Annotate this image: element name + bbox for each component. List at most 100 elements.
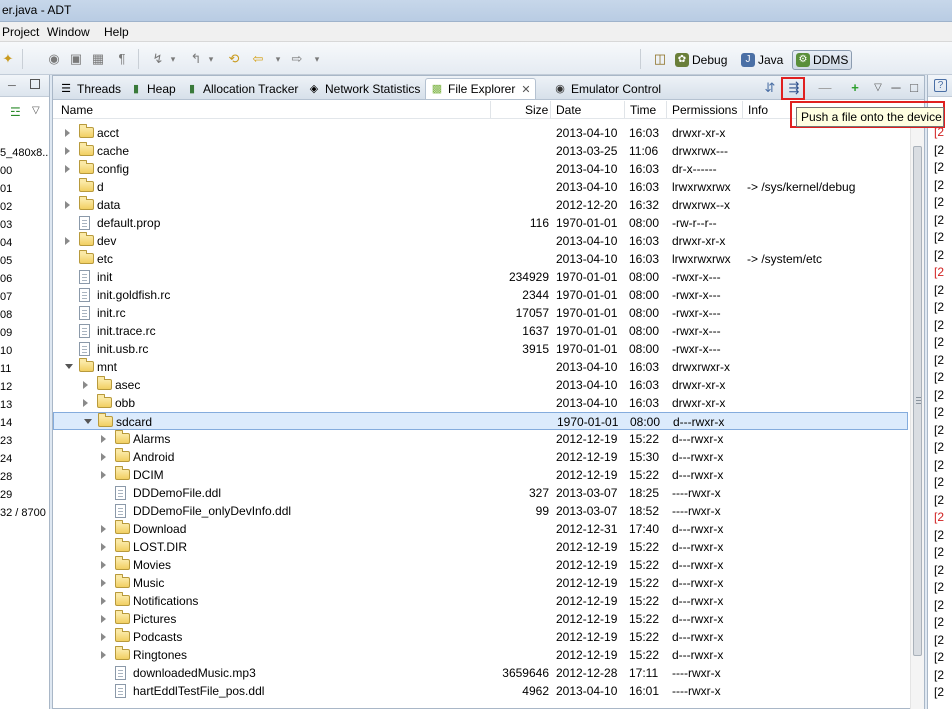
logcat-icon[interactable]: ? [934, 79, 947, 92]
vertical-scrollbar[interactable] [910, 124, 924, 709]
menu-help[interactable]: Help [104, 25, 129, 39]
device-list-item[interactable]: 32 / 8700 [0, 507, 49, 525]
scrollbar-thumb[interactable] [913, 146, 922, 656]
back-arrow-icon[interactable]: ⇦ [250, 51, 266, 67]
maximize-icon[interactable]: □ [906, 80, 922, 96]
next-annotation-icon[interactable]: ↯ [150, 51, 166, 67]
collapsed-arrow-icon[interactable] [65, 237, 70, 245]
device-list-item[interactable]: 05 [0, 255, 49, 273]
file-row[interactable]: Alarms 2012-12-19 15:22 d---rwxr-x [53, 430, 908, 448]
device-list-item[interactable]: 00 [0, 165, 49, 183]
file-row[interactable]: Movies 2012-12-19 15:22 d---rwxr-x [53, 556, 908, 574]
perspective-debug[interactable]: ✿ Debug [672, 50, 730, 70]
perspective-java[interactable]: J Java [738, 50, 786, 70]
previous-annotation-icon[interactable]: ↰ [188, 51, 204, 67]
chevron-down-icon[interactable]: ▾ [165, 51, 181, 67]
collapsed-arrow-icon[interactable] [101, 651, 106, 659]
forward-arrow-icon[interactable]: ⇨ [289, 51, 305, 67]
file-row[interactable]: obb 2013-04-10 16:03 drwxr-xr-x [53, 394, 908, 412]
expanded-arrow-icon[interactable] [65, 364, 73, 369]
device-list-item[interactable]: 29 [0, 489, 49, 507]
collapsed-arrow-icon[interactable] [65, 201, 70, 209]
device-list-item[interactable]: 03 [0, 219, 49, 237]
file-row[interactable]: dev 2013-04-10 16:03 drwxr-xr-x [53, 232, 908, 250]
open-perspective-icon[interactable]: ◫ [652, 51, 668, 67]
collapsed-arrow-icon[interactable] [101, 561, 106, 569]
device-list-item[interactable]: 07 [0, 291, 49, 309]
device-list-item[interactable]: 09 [0, 327, 49, 345]
tab-network-statistics[interactable]: ◈ Network Statistics [303, 78, 424, 99]
minimize-icon[interactable]: ─ [8, 80, 16, 92]
collapsed-arrow-icon[interactable] [101, 597, 106, 605]
device-list-item[interactable]: 04 [0, 237, 49, 255]
file-row[interactable]: d 2013-04-10 16:03 lrwxrwxrwx -> /sys/kernel… [53, 178, 908, 196]
file-row[interactable]: Podcasts 2012-12-19 15:22 d---rwxr-x [53, 628, 908, 646]
wand-icon[interactable]: ✦ [0, 51, 16, 67]
file-row[interactable]: Pictures 2012-12-19 15:22 d---rwxr-x [53, 610, 908, 628]
file-row[interactable]: downloadedMusic.mp3 2012-12-28 17:11 ----rw… [53, 664, 908, 682]
device-list-item[interactable]: 28 [0, 471, 49, 489]
maximize-icon[interactable] [30, 79, 40, 89]
last-edit-icon[interactable]: ⟲ [226, 51, 242, 67]
collapsed-arrow-icon[interactable] [101, 453, 106, 461]
skip-icon[interactable]: ▣ [68, 51, 84, 67]
pull-file-icon[interactable]: ⇵ [762, 80, 778, 96]
file-row[interactable]: acct 2013-04-10 16:03 drwxr-xr-x [53, 124, 908, 142]
column-time[interactable]: Time [630, 103, 656, 117]
collapsed-arrow-icon[interactable] [65, 165, 70, 173]
collapsed-arrow-icon[interactable] [101, 543, 106, 551]
device-list-item[interactable]: 11 [0, 363, 49, 381]
file-row[interactable]: init.usb.rc 1970-01-01 08:00 -rwxr-x--- 3915 [53, 340, 908, 358]
file-row[interactable]: DDDemoFile.ddl 2013-03-07 18:25 ----rwxr-x 3… [53, 484, 908, 502]
tab-file-explorer[interactable]: ▩ File Explorer ✕ [425, 78, 536, 99]
file-row[interactable]: etc 2013-04-10 16:03 lrwxrwxrwx -> /system/e… [53, 250, 908, 268]
file-row[interactable]: Ringtones 2012-12-19 15:22 d---rwxr-x [53, 646, 908, 664]
column-permissions[interactable]: Permissions [672, 103, 737, 117]
collapsed-arrow-icon[interactable] [101, 615, 106, 623]
file-row[interactable]: DCIM 2012-12-19 15:22 d---rwxr-x [53, 466, 908, 484]
device-list-item[interactable]: 23 [0, 435, 49, 453]
minimize-icon[interactable]: ─ [888, 80, 904, 96]
device-list-item[interactable]: 10 [0, 345, 49, 363]
collapsed-arrow-icon[interactable] [83, 381, 88, 389]
column-info[interactable]: Info [748, 103, 768, 117]
collapsed-arrow-icon[interactable] [101, 525, 106, 533]
collapsed-arrow-icon[interactable] [101, 579, 106, 587]
column-divider[interactable] [666, 101, 667, 118]
tab-emulator-control[interactable]: ◉ Emulator Control [549, 78, 665, 99]
expanded-arrow-icon[interactable] [84, 419, 92, 424]
column-divider[interactable] [742, 101, 743, 118]
column-divider[interactable] [550, 101, 551, 118]
delete-icon[interactable]: — [817, 80, 833, 96]
tab-heap[interactable]: ▮ Heap [125, 78, 180, 99]
perspective-ddms[interactable]: ⚙ DDMS [792, 50, 853, 70]
column-date[interactable]: Date [556, 103, 581, 117]
close-icon[interactable]: ✕ [521, 83, 530, 96]
collapsed-arrow-icon[interactable] [101, 471, 106, 479]
paragraph-icon[interactable]: ¶ [114, 51, 130, 67]
file-row[interactable]: mnt 2013-04-10 16:03 drwxrwxr-x [53, 358, 908, 376]
collapsed-arrow-icon[interactable] [65, 147, 70, 155]
column-size[interactable]: Size [525, 103, 548, 117]
file-row[interactable]: init.rc 1970-01-01 08:00 -rwxr-x--- 17057 [53, 304, 908, 322]
chevron-down-icon[interactable]: ▾ [270, 51, 286, 67]
device-list-item[interactable]: 12 [0, 381, 49, 399]
debug-process-icon[interactable]: ☲ [10, 105, 21, 119]
view-menu-icon[interactable]: ▽ [32, 105, 40, 116]
view-menu-icon[interactable]: ▽ [870, 80, 886, 96]
device-list-item[interactable]: 02 [0, 201, 49, 219]
tab-threads[interactable]: ☰ Threads [55, 78, 125, 99]
file-row[interactable]: default.prop 1970-01-01 08:00 -rw-r--r-- 116 [53, 214, 908, 232]
file-row[interactable]: init 1970-01-01 08:00 -rwxr-x--- 234929 [53, 268, 908, 286]
collapsed-arrow-icon[interactable] [65, 129, 70, 137]
column-divider[interactable] [490, 101, 491, 118]
file-row[interactable]: init.goldfish.rc 1970-01-01 08:00 -rwxr-x--… [53, 286, 908, 304]
device-list-item[interactable]: 24 [0, 453, 49, 471]
device-list-item[interactable]: 13 [0, 399, 49, 417]
device-list-item[interactable]: 14 [0, 417, 49, 435]
collapsed-arrow-icon[interactable] [83, 399, 88, 407]
file-row[interactable]: sdcard 1970-01-01 08:00 d---rwxr-x [53, 412, 908, 430]
chevron-down-icon[interactable]: ▾ [203, 51, 219, 67]
column-divider[interactable] [624, 101, 625, 118]
file-row[interactable]: Music 2012-12-19 15:22 d---rwxr-x [53, 574, 908, 592]
